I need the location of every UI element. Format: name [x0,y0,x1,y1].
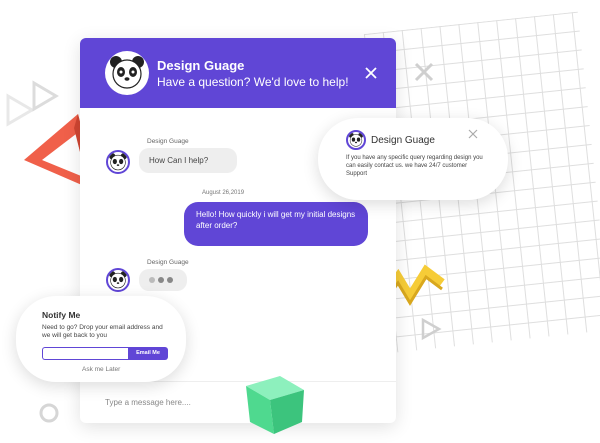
panda-icon [109,271,127,289]
typing-dot [167,277,173,283]
header-title: Design Guage [157,57,245,73]
sender-name: Design Guage [147,259,189,266]
notify-title: Notify Me [42,310,81,320]
popup-card: Design Guage If you have any specific qu… [318,118,508,200]
panda-icon [110,56,144,89]
sender-name: Design Guage [147,138,189,145]
x-shape-decoration [414,62,434,82]
panda-icon [348,132,364,147]
notify-form: Email Me [42,346,172,360]
small-outline-triangle-decoration [421,317,442,341]
panda-avatar [105,51,149,95]
chat-header: Design Guage Have a question? We'd love … [80,38,396,108]
message-input-bar [80,381,396,423]
typing-dot [158,277,164,283]
close-icon [365,67,377,79]
popup-avatar [346,130,366,150]
message-avatar [106,150,130,174]
notify-description: Need to go? Drop your email address and … [42,324,163,340]
message-avatar [106,268,130,292]
typing-dot [149,277,155,283]
close-icon [468,129,478,139]
typing-indicator [139,269,187,291]
ask-later-link[interactable]: Ask me Later [82,366,120,373]
email-me-button[interactable]: Email Me [128,346,168,360]
circle-decoration [39,403,59,423]
message-timestamp: August 26,2019 [202,190,245,196]
message-bubble-incoming: How Can I help? [139,148,237,173]
popup-title: Design Guage [371,134,435,146]
popup-body: If you have any specific query regarding… [346,155,483,178]
message-bubble-outgoing: Hello! How quickly i will get my initial… [184,202,368,246]
header-subtitle: Have a question? We'd love to help! [157,74,349,89]
panda-icon [109,153,127,171]
popup-close-button[interactable] [468,126,478,144]
close-button[interactable] [362,64,380,82]
email-field[interactable] [42,346,128,360]
cube-decoration [246,376,304,434]
